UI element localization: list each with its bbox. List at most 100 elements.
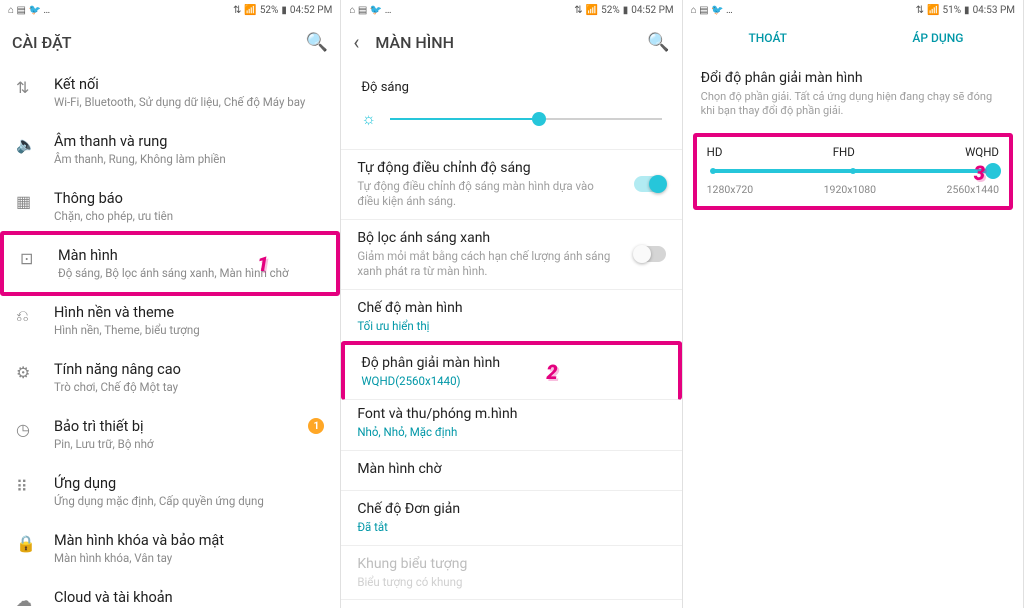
settings-item[interactable]: ⠿ Ứng dụng Ứng dụng mặc định, Cấp quyền ứn… — [0, 463, 340, 520]
battery-icon: ▮ — [964, 5, 970, 16]
net-icon: ⇅ — [574, 5, 582, 16]
item-subtitle: Pin, Lưu trữ, Bộ nhớ — [54, 437, 292, 451]
battery-pct: 52% — [601, 5, 620, 16]
settings-item[interactable]: ⊡Màn hìnhĐộ sáng, Bộ lọc ánh sáng xanh, … — [0, 231, 340, 296]
toggle-switch[interactable] — [634, 176, 666, 192]
res-label-hd: HD — [707, 145, 723, 159]
back-button[interactable]: ‹ — [353, 30, 359, 54]
resolution-header: Đổi độ phân giải màn hình Chọn độ phần g… — [683, 56, 1023, 127]
display-setting-row[interactable]: Độ phân giải màn hìnhWQHD(2560x1440)2 — [341, 341, 681, 400]
item-subtitle: Màn hình khóa, Vân tay — [54, 551, 324, 565]
settings-item[interactable]: ◷ Bảo trì thiết bị Pin, Lưu trữ, Bộ nhớ 1 — [0, 406, 340, 463]
row-title: Tự động điều chỉnh độ sáng — [357, 160, 665, 176]
action-bar: THOÁT ÁP DỤNG — [683, 20, 1023, 56]
res-label-fhd: FHD — [833, 145, 855, 159]
item-title: Tính năng nâng cao — [54, 361, 324, 378]
row-title: Chế độ Đơn giản — [357, 501, 665, 517]
display-setting-row[interactable]: Màn hình chờ — [341, 451, 681, 491]
settings-item[interactable]: 🔒Màn hình khóa và bảo mậtMàn hình khóa, … — [0, 520, 340, 577]
row-title: Font và thu/phóng m.hình — [357, 406, 665, 422]
settings-item[interactable]: ⎌Hình nền và themeHình nền, Theme, biểu … — [0, 292, 340, 349]
item-title: Thông báo — [54, 190, 324, 207]
row-subtitle: Tự động điều chỉnh độ sáng màn hình dựa … — [357, 179, 665, 209]
toggle-switch[interactable] — [634, 246, 666, 262]
row-subtitle: WQHD(2560x1440) — [361, 374, 661, 389]
status-bar: ⌂ ▤ 🐦 … ⇅ 📶 52% ▮ 04:52 PM — [341, 0, 681, 20]
item-icon: ◷ — [16, 418, 38, 439]
item-title: Âm thanh và rung — [54, 133, 324, 150]
item-subtitle: Wi-Fi, Bluetooth, Sử dụng dữ liệu, Chế đ… — [54, 95, 324, 109]
sun-icon: ☼ — [361, 109, 376, 129]
slider-track[interactable] — [390, 118, 662, 120]
row-title: Khung biểu tượng — [357, 556, 665, 572]
res-val-hd: 1280x720 — [707, 183, 754, 196]
display-setting-row[interactable]: Màn hình cạnh — [341, 600, 681, 608]
row-subtitle: Nhỏ, Nhỏ, Mặc định — [357, 425, 665, 440]
display-settings-list: Độ sáng ☼ Tự động điều chỉnh độ sángTự đ… — [341, 64, 681, 608]
item-title: Bảo trì thiết bị — [54, 418, 292, 435]
item-icon: ▦ — [16, 190, 38, 211]
resolution-title: Đổi độ phân giải màn hình — [701, 70, 1005, 86]
display-setting-row[interactable]: Bộ lọc ánh sáng xanhGiảm mỏi mắt bằng cá… — [341, 220, 681, 290]
signal-icon: 📶 — [927, 5, 939, 16]
settings-item[interactable]: ▦ Thông báo Chặn, cho phép, ưu tiên — [0, 178, 340, 235]
status-app-icons: ⌂ ▤ 🐦 … — [691, 5, 733, 16]
item-icon: ⚙ — [16, 361, 38, 382]
appbar-title: MÀN HÌNH — [375, 33, 647, 52]
callout-3: 3 — [974, 161, 985, 185]
item-icon: ⠿ — [16, 475, 38, 496]
item-subtitle: Chặn, cho phép, ưu tiên — [54, 209, 324, 223]
item-title: Ứng dụng — [54, 475, 324, 492]
item-icon: ☁ — [16, 589, 38, 608]
clock: 04:53 PM — [973, 5, 1015, 16]
search-icon[interactable]: 🔍 — [647, 32, 669, 53]
battery-icon: ▮ — [623, 5, 629, 16]
settings-item[interactable]: ⚙Tính năng nâng caoTrò chơi, Chế độ Một … — [0, 349, 340, 406]
item-subtitle: Ứng dụng mặc định, Cấp quyền ứng dụng — [54, 494, 324, 508]
display-setting-row[interactable]: Chế độ Đơn giản Đã tắt — [341, 491, 681, 546]
item-title: Cloud và tài khoản — [54, 589, 324, 606]
signal-icon: 📶 — [586, 5, 598, 16]
display-setting-row[interactable]: Font và thu/phóng m.hình Nhỏ, Nhỏ, Mặc đị… — [341, 396, 681, 451]
resolution-desc: Chọn độ phần giải. Tất cả ứng dụng hiện … — [701, 90, 1005, 119]
display-setting-row[interactable]: Chế độ màn hình Tối ưu hiển thị — [341, 290, 681, 345]
notification-badge: 1 — [308, 418, 324, 434]
item-title: Kết nối — [54, 76, 324, 93]
item-icon: ⊡ — [20, 247, 42, 268]
apply-button[interactable]: ÁP DỤNG — [853, 20, 1023, 56]
display-settings-panel: ⌂ ▤ 🐦 … ⇅ 📶 52% ▮ 04:52 PM ‹ MÀN HÌNH 🔍 … — [341, 0, 682, 608]
resolution-thumb[interactable] — [985, 163, 1001, 179]
item-title: Hình nền và theme — [54, 304, 324, 321]
item-icon: 🔒 — [16, 532, 38, 553]
row-title: Bộ lọc ánh sáng xanh — [357, 230, 665, 246]
appbar-title: CÀI ĐẶT — [12, 33, 306, 52]
settings-main-panel: ⌂ ▤ 🐦 … ⇅ 📶 52% ▮ 04:52 PM CÀI ĐẶT 🔍 ⇅Kế… — [0, 0, 341, 608]
row-subtitle: Biểu tượng có khung — [357, 575, 665, 590]
exit-button[interactable]: THOÁT — [683, 20, 853, 56]
row-title: Chế độ màn hình — [357, 300, 665, 316]
display-setting-row[interactable]: Tự động điều chỉnh độ sáng Tự động điều c… — [341, 150, 681, 220]
net-icon: ⇅ — [916, 5, 924, 16]
appbar: CÀI ĐẶT 🔍 — [0, 20, 340, 64]
slider-thumb[interactable] — [532, 112, 546, 126]
row-subtitle: Đã tắt — [357, 520, 665, 535]
row-subtitle: Tối ưu hiển thị — [357, 319, 665, 334]
settings-item[interactable]: 🔈Âm thanh và rungÂm thanh, Rung, Không l… — [0, 121, 340, 178]
item-icon: 🔈 — [16, 133, 38, 154]
brightness-slider[interactable]: ☼ — [361, 109, 661, 129]
display-setting-row[interactable]: Khung biểu tượng Biểu tượng có khung — [341, 546, 681, 601]
item-icon: ⎌ — [16, 304, 38, 326]
item-title: Màn hình — [58, 247, 320, 264]
clock: 04:52 PM — [631, 5, 673, 16]
resolution-slider[interactable] — [713, 169, 993, 173]
settings-item[interactable]: ⇅Kết nốiWi-Fi, Bluetooth, Sử dụng dữ liệ… — [0, 64, 340, 121]
callout-2: 2 — [546, 360, 557, 384]
signal-icon: 📶 — [244, 5, 256, 16]
search-icon[interactable]: 🔍 — [306, 32, 328, 53]
battery-pct: 51% — [942, 5, 961, 16]
brightness-section: Độ sáng ☼ — [341, 64, 681, 150]
settings-item[interactable]: ☁Cloud và tài khoảnSamsung Cloud, Sao lư… — [0, 577, 340, 608]
status-app-icons: ⌂ ▤ 🐦 … — [8, 5, 50, 16]
resolution-selector: HD FHD WQHD 1280x720 1920x1080 2560x1440… — [693, 133, 1013, 210]
appbar: ‹ MÀN HÌNH 🔍 — [341, 20, 681, 64]
